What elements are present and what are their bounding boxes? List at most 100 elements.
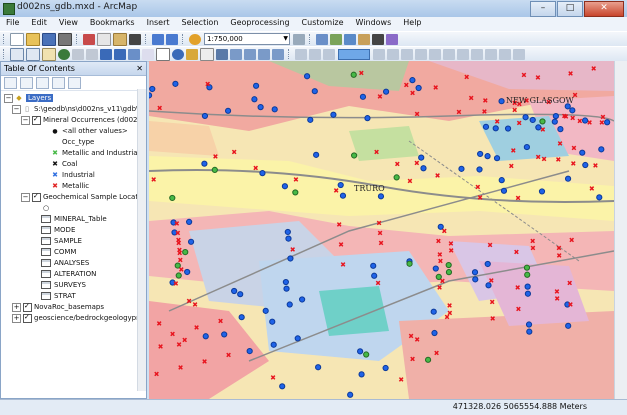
map-vertical-scrollbar[interactable]	[614, 61, 627, 399]
collapse-icon[interactable]: −	[21, 115, 30, 125]
undo-icon[interactable]	[152, 33, 164, 45]
editor-toolbar-icon[interactable]	[293, 33, 305, 45]
sketch-tool-icon[interactable]	[309, 48, 321, 60]
list-by-selection-icon[interactable]	[52, 77, 65, 89]
zoom-in-icon[interactable]	[10, 47, 24, 61]
table-item[interactable]: SURVEYS	[41, 280, 86, 291]
time-slider-icon[interactable]	[272, 48, 284, 60]
swipe-icon[interactable]	[373, 48, 385, 60]
back-extent-icon[interactable]	[100, 48, 112, 60]
geology-map[interactable]: ✖ ✖ ✖ ✖ ✖ ✖ ✖ ✖ ✖ ✖ ✖ ✖ ✖ ✖ ✖ ✖ ✖ ✖ ✖ ✖ ✖ ✖ ✖ ✖ ✖ ✖ ✖ ✖ ✖ ✖ ✖ ✖ ✖ ✖ ✖ ✖ ✖ ✖ ✖ ✖…	[149, 61, 614, 399]
attributes-icon[interactable]	[485, 48, 497, 60]
pan-icon[interactable]	[42, 47, 56, 61]
toc-scrollbar[interactable]	[137, 89, 146, 391]
redo-icon[interactable]	[166, 33, 178, 45]
menu-windows[interactable]: Windows	[350, 17, 398, 31]
open-folder-icon[interactable]	[26, 32, 40, 46]
rotate-icon[interactable]	[471, 48, 483, 60]
save-icon[interactable]	[42, 32, 56, 46]
reshape-icon[interactable]	[443, 48, 455, 60]
fixed-zoom-in-icon[interactable]	[72, 48, 84, 60]
create-features-icon[interactable]	[513, 48, 525, 60]
list-by-visibility-icon[interactable]	[36, 77, 49, 89]
tree-layers-root[interactable]: − ◆ Layers	[4, 93, 54, 104]
table-item[interactable]: ALTERATION	[41, 269, 96, 280]
georeferencing-icon[interactable]	[415, 48, 427, 60]
editor-tool-icon[interactable]	[295, 48, 307, 60]
tree-geochem-layer[interactable]: − Geochemical Sample Location	[21, 191, 146, 203]
menu-view[interactable]: View	[53, 17, 84, 31]
list-by-drawing-order-icon[interactable]	[4, 77, 17, 89]
flicker-icon[interactable]	[387, 48, 399, 60]
sketch-properties-icon[interactable]	[499, 48, 511, 60]
layer-visibility-checkbox[interactable]	[23, 301, 32, 312]
print-icon[interactable]	[58, 32, 72, 46]
target-layer-select[interactable]	[338, 48, 370, 60]
copy-icon[interactable]	[97, 32, 111, 46]
zoom-out-icon[interactable]	[26, 47, 40, 61]
measure-icon[interactable]	[216, 48, 228, 60]
maximize-button[interactable]: □	[557, 1, 583, 17]
go-to-xy-icon[interactable]	[258, 48, 270, 60]
catalog-icon[interactable]	[330, 33, 342, 45]
menu-bookmarks[interactable]: Bookmarks	[84, 17, 141, 31]
hyperlink-icon[interactable]	[186, 48, 198, 60]
close-button[interactable]: ✕	[584, 1, 624, 17]
full-extent-icon[interactable]	[58, 48, 70, 60]
expand-icon[interactable]: +	[12, 313, 21, 323]
map-display[interactable]: ✖ ✖ ✖ ✖ ✖ ✖ ✖ ✖ ✖ ✖ ✖ ✖ ✖ ✖ ✖ ✖ ✖ ✖ ✖ ✖ ✖ ✖ ✖ ✖ ✖ ✖ ✖ ✖ ✖ ✖ ✖ ✖ ✖ ✖ ✖ ✖ ✖ ✖ ✖ ✖…	[149, 61, 614, 399]
collapse-icon[interactable]: −	[21, 192, 30, 202]
paste-icon[interactable]	[113, 32, 127, 46]
collapse-icon[interactable]: −	[12, 104, 21, 114]
table-item[interactable]: STRAT	[41, 291, 76, 302]
table-of-contents-icon[interactable]	[316, 33, 328, 45]
table-item[interactable]: MINERAL_Table	[41, 214, 107, 225]
search-window-icon[interactable]	[344, 33, 356, 45]
forward-extent-icon[interactable]	[114, 48, 126, 60]
trace-tool-icon[interactable]	[323, 48, 335, 60]
minimize-button[interactable]: –	[530, 1, 556, 17]
table-item[interactable]: SAMPLE	[41, 236, 82, 247]
menu-file[interactable]: File	[0, 17, 25, 31]
edit-vertices-icon[interactable]	[429, 48, 441, 60]
layer-visibility-checkbox[interactable]	[23, 312, 32, 323]
close-icon[interactable]: ✕	[136, 62, 143, 75]
menu-customize[interactable]: Customize	[296, 17, 350, 31]
expand-icon[interactable]: +	[12, 302, 21, 312]
arctoolbox-icon[interactable]	[358, 33, 370, 45]
toc-options-icon[interactable]	[68, 77, 81, 89]
clear-selection-icon[interactable]	[142, 48, 154, 60]
cut-icon[interactable]	[83, 33, 95, 45]
layers-label[interactable]: Layers	[26, 94, 54, 102]
menu-selection[interactable]: Selection	[176, 17, 225, 31]
tree-mineral-layer[interactable]: − Mineral Occurrences (d002nsm	[21, 114, 146, 126]
table-item[interactable]: MODE	[41, 225, 75, 236]
menu-insert[interactable]: Insert	[141, 17, 176, 31]
menu-help[interactable]: Help	[397, 17, 427, 31]
add-data-icon[interactable]	[189, 33, 201, 45]
table-item[interactable]: ANALYSES	[41, 258, 89, 269]
model-builder-icon[interactable]	[386, 33, 398, 45]
python-window-icon[interactable]	[372, 33, 384, 45]
tree-bedrock-layer[interactable]: + geoscience/bedrockgeologyprovs	[12, 312, 146, 324]
menu-edit[interactable]: Edit	[25, 17, 53, 31]
new-document-icon[interactable]	[10, 32, 24, 46]
cut-polygons-icon[interactable]	[457, 48, 469, 60]
table-item[interactable]: COMM	[41, 247, 76, 258]
layer-visibility-checkbox[interactable]	[32, 191, 41, 202]
find-route-icon[interactable]	[244, 48, 256, 60]
select-elements-icon[interactable]	[156, 47, 170, 61]
chevron-down-icon[interactable]: ▼	[283, 34, 288, 44]
find-icon[interactable]	[230, 48, 242, 60]
fixed-zoom-out-icon[interactable]	[86, 48, 98, 60]
list-by-source-icon[interactable]	[20, 77, 33, 89]
layer-properties-icon[interactable]	[401, 48, 413, 60]
layer-visibility-checkbox[interactable]	[32, 114, 41, 125]
menu-geoprocessing[interactable]: Geoprocessing	[224, 17, 295, 31]
identify-icon[interactable]	[172, 48, 184, 60]
select-features-icon[interactable]	[128, 48, 140, 60]
collapse-icon[interactable]: −	[4, 93, 13, 103]
delete-icon[interactable]	[129, 33, 141, 45]
map-scale-combo[interactable]: 1:750,000 ▼	[204, 33, 290, 45]
html-popup-icon[interactable]	[200, 47, 214, 61]
